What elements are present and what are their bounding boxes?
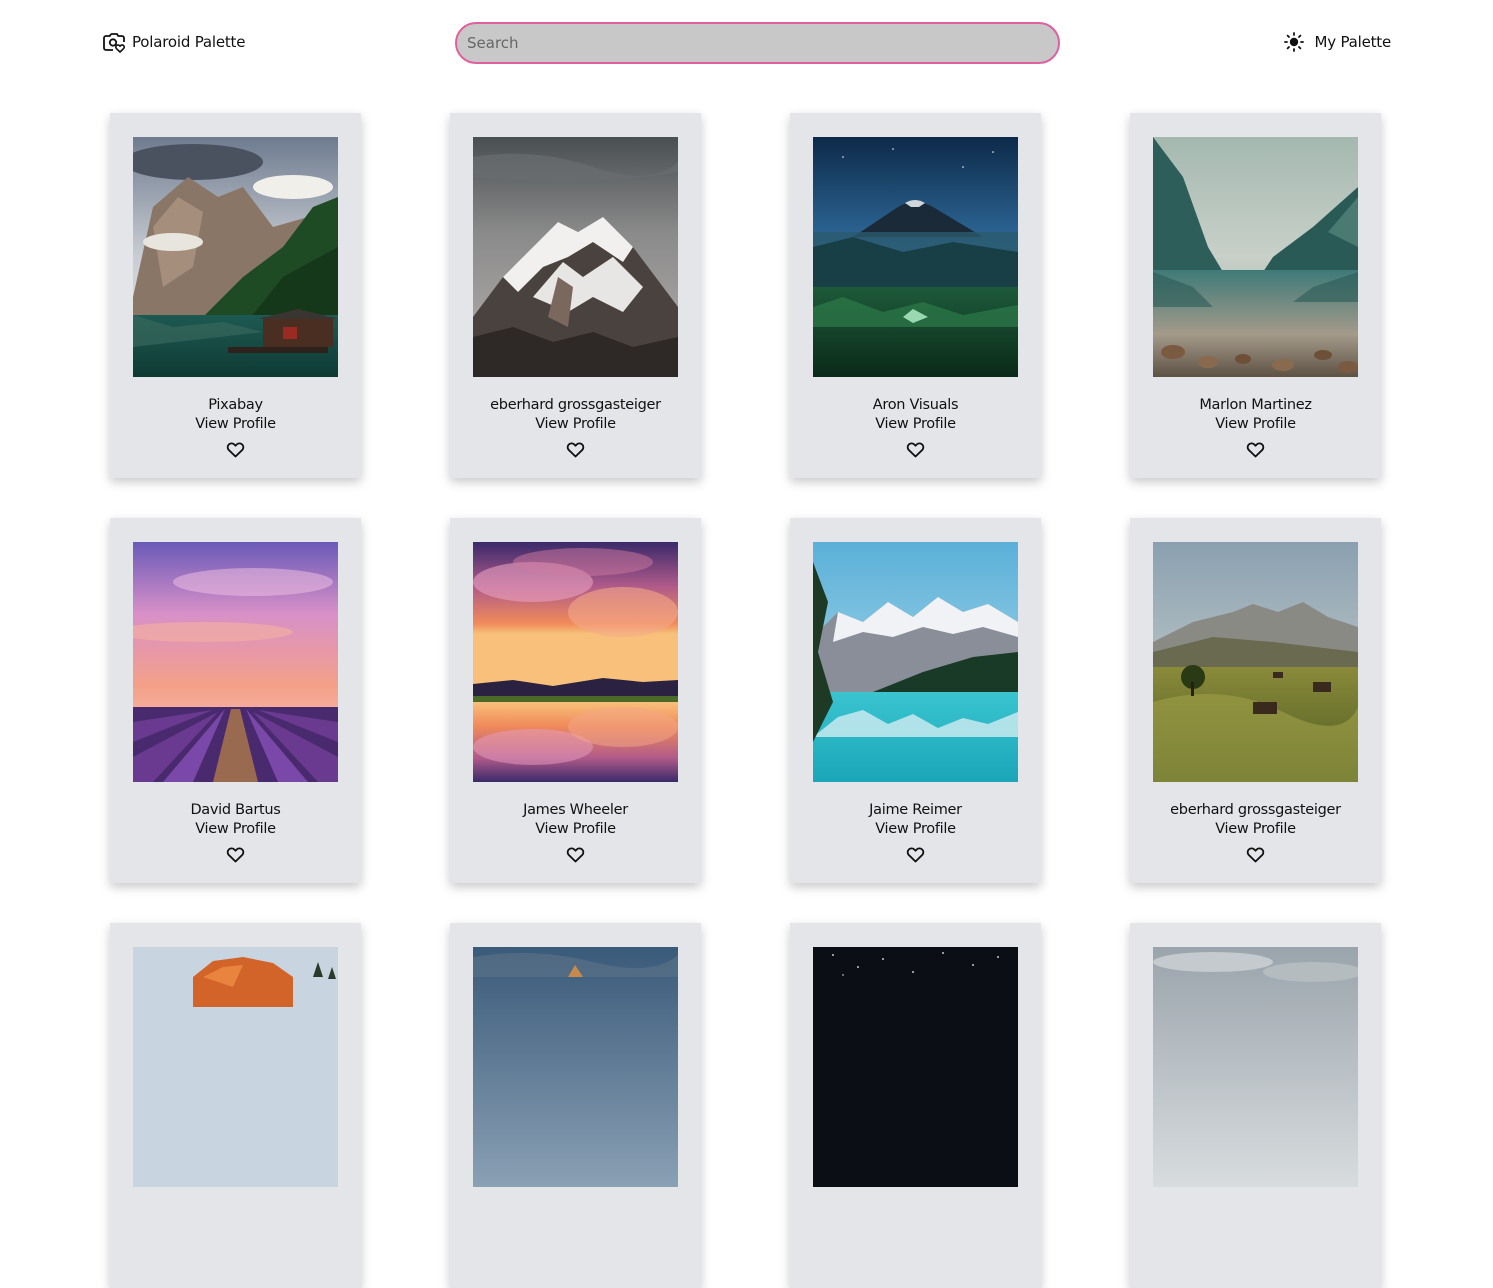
view-profile-link[interactable]: View Profile (1130, 415, 1381, 434)
photo-image[interactable] (473, 137, 678, 377)
photo-card: eberhard grossgasteiger View Profile (1130, 518, 1381, 883)
view-profile-label[interactable]: View Profile (195, 821, 276, 837)
view-profile-label[interactable]: View Profile (1215, 821, 1296, 837)
photo-image[interactable] (1153, 137, 1358, 377)
photo-card: Jaime Reimer View Profile (790, 518, 1041, 883)
photo-card (1130, 923, 1381, 1288)
photo-card: Pixabay View Profile (110, 113, 361, 478)
view-profile-label[interactable]: View Profile (875, 416, 956, 432)
heart-icon[interactable] (1246, 441, 1265, 458)
photo-card (450, 923, 701, 1288)
photo-image[interactable] (473, 947, 678, 1187)
photo-image[interactable] (813, 542, 1018, 782)
view-profile-label[interactable]: View Profile (875, 821, 956, 837)
photo-author: eberhard grossgasteiger (490, 397, 661, 413)
view-profile-link[interactable]: View Profile (110, 415, 361, 434)
photo-author: David Bartus (190, 802, 281, 818)
heart-icon[interactable] (1246, 846, 1265, 863)
view-profile-label[interactable]: View Profile (1215, 416, 1296, 432)
heart-icon[interactable] (566, 846, 585, 863)
photo-image[interactable] (133, 947, 338, 1187)
photo-image[interactable] (1153, 947, 1358, 1187)
photo-card: Aron Visuals View Profile (790, 113, 1041, 478)
heart-icon[interactable] (226, 846, 245, 863)
view-profile-link[interactable]: View Profile (790, 820, 1041, 839)
photo-image[interactable] (133, 542, 338, 782)
heart-icon[interactable] (226, 441, 245, 458)
photo-card (790, 923, 1041, 1288)
photo-card: Marlon Martinez View Profile (1130, 113, 1381, 478)
photo-author: Jaime Reimer (869, 802, 962, 818)
view-profile-link[interactable]: View Profile (450, 820, 701, 839)
photo-image[interactable] (473, 542, 678, 782)
photo-grid: Pixabay View Profile eberhard grossgaste… (0, 0, 1493, 1288)
photo-card: James Wheeler View Profile (450, 518, 701, 883)
photo-image[interactable] (133, 137, 338, 377)
photo-image[interactable] (813, 947, 1018, 1187)
view-profile-link[interactable]: View Profile (110, 820, 361, 839)
view-profile-label[interactable]: View Profile (195, 416, 276, 432)
view-profile-link[interactable]: View Profile (790, 415, 1041, 434)
photo-author: Marlon Martinez (1199, 397, 1312, 413)
photo-card: eberhard grossgasteiger View Profile (450, 113, 701, 478)
photo-image[interactable] (813, 137, 1018, 377)
photo-image[interactable] (1153, 542, 1358, 782)
photo-author: eberhard grossgasteiger (1170, 802, 1341, 818)
photo-card (110, 923, 361, 1288)
view-profile-link[interactable]: View Profile (1130, 820, 1381, 839)
heart-icon[interactable] (906, 846, 925, 863)
photo-author: Aron Visuals (872, 397, 959, 413)
view-profile-label[interactable]: View Profile (535, 416, 616, 432)
heart-icon[interactable] (906, 441, 925, 458)
view-profile-link[interactable]: View Profile (450, 415, 701, 434)
view-profile-label[interactable]: View Profile (535, 821, 616, 837)
photo-author: Pixabay (208, 397, 263, 413)
photo-card: David Bartus View Profile (110, 518, 361, 883)
photo-author: James Wheeler (523, 802, 628, 818)
heart-icon[interactable] (566, 441, 585, 458)
